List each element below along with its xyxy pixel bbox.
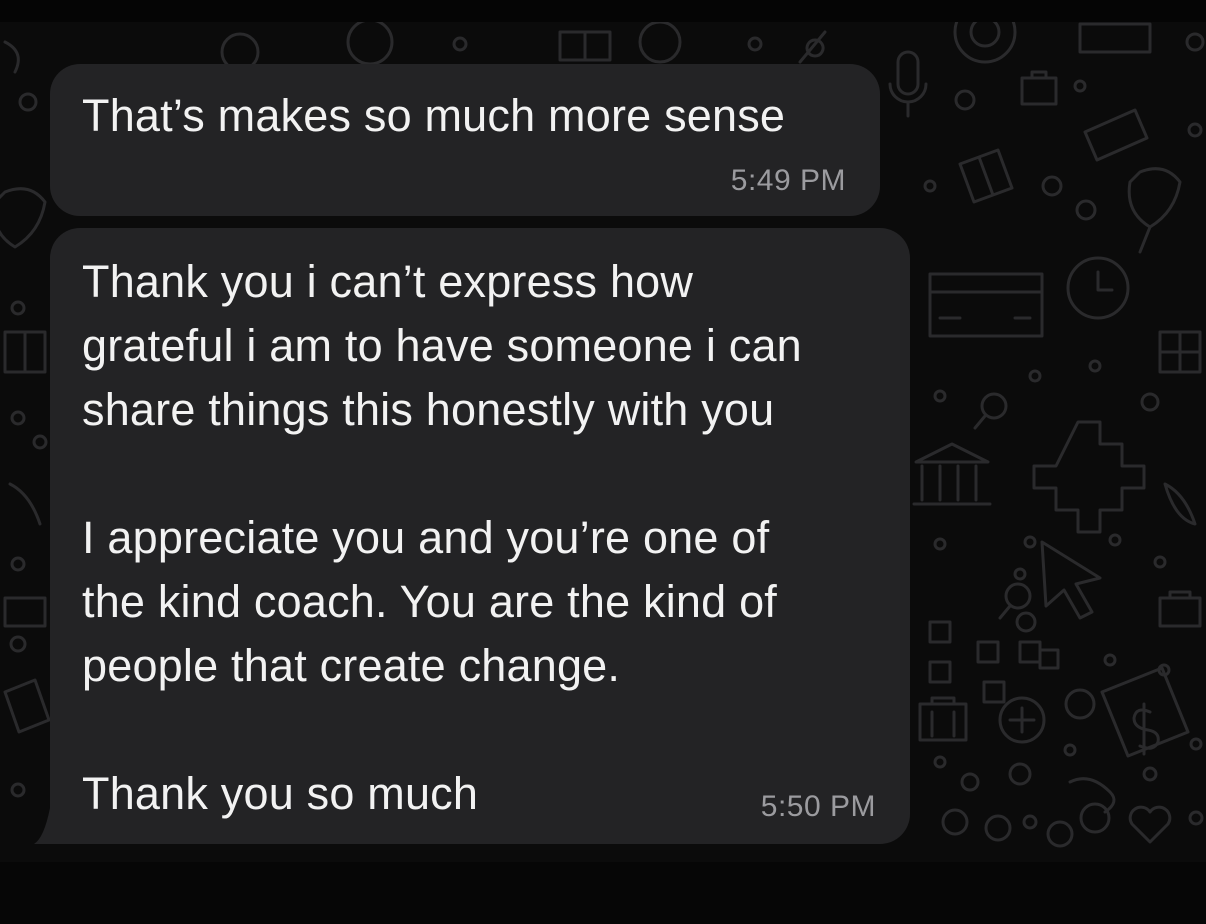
bank-icon [912, 442, 992, 506]
magnifier-icon [998, 604, 1012, 620]
bubble-tail [34, 808, 50, 844]
briefcase-icon [3, 596, 47, 628]
circle-doodle [1185, 32, 1205, 52]
briefcase-icon [8, 482, 42, 526]
circle-doodle [1079, 802, 1111, 834]
circle-doodle [969, 22, 1001, 48]
circle-doodle [1013, 567, 1027, 581]
circle-doodle [32, 434, 48, 450]
circle-doodle [346, 22, 394, 66]
circle-doodle [1189, 737, 1203, 751]
circle-doodle [1088, 359, 1102, 373]
puzzle-icon [1032, 420, 1146, 534]
magnifier-icon [973, 414, 987, 430]
circle-doodle [798, 30, 827, 64]
circle-doodle [1008, 762, 1032, 786]
circle-doodle [1046, 820, 1074, 848]
circle-doodle [1103, 653, 1117, 667]
dollar-tag-icon [1132, 702, 1160, 756]
gift-icon [958, 148, 1014, 204]
circle-doodle [638, 22, 682, 64]
circle-doodle [1153, 555, 1167, 569]
circle-doodle [1022, 814, 1038, 830]
chat-area: That’s makes so much more sense 5:49 PM … [0, 0, 1206, 924]
circle-doodle [1075, 199, 1097, 221]
message-text: Thank you i can’t express how grateful i… [82, 256, 802, 819]
circle-doodle [10, 782, 26, 798]
circle-doodle [747, 36, 763, 52]
circle-doodle [953, 22, 1017, 64]
dollar-tag-icon [3, 678, 51, 734]
circle-doodle [1188, 810, 1204, 826]
circle-doodle [1108, 533, 1122, 547]
circle-doodle [3, 40, 20, 74]
circle-doodle [933, 389, 947, 403]
circle-doodle [960, 772, 980, 792]
message-text: That’s makes so much more sense [82, 90, 786, 141]
circle-doodle [1023, 535, 1037, 549]
message-timestamp: 5:49 PM [730, 164, 846, 197]
circle-doodle [933, 537, 947, 551]
circle-doodle [10, 410, 26, 426]
circle-doodle [1142, 766, 1158, 782]
briefcase-icon [1020, 70, 1058, 106]
circle-doodle [933, 755, 947, 769]
briefcase-icon [1163, 482, 1197, 526]
magnifier-icon [1004, 582, 1032, 610]
circle-doodle [1140, 392, 1160, 412]
briefcase-icon [918, 696, 968, 742]
camera-icon [1083, 108, 1149, 162]
gift-icon [1158, 330, 1202, 374]
briefcase-icon [1158, 590, 1202, 628]
circle-doodle [1041, 175, 1063, 197]
gift-icon [3, 330, 47, 374]
flower-icon [1127, 167, 1182, 254]
circle-doodle [1064, 688, 1096, 720]
gift-icon [1078, 22, 1152, 54]
circle-doodle [1187, 122, 1203, 138]
circle-doodle [1073, 79, 1087, 93]
circle-doodle [1068, 777, 1116, 814]
circle-doodle [923, 179, 937, 193]
credit-card-icon [928, 272, 1044, 338]
circle-doodle [10, 556, 26, 572]
circle-doodle [941, 808, 969, 836]
microphone-icon [888, 50, 928, 118]
magnifier-icon [980, 392, 1008, 420]
clock-icon [1096, 270, 1114, 292]
circle-doodle [1063, 743, 1077, 757]
message-timestamp: 5:50 PM [760, 790, 876, 823]
circle-doodle [9, 635, 27, 653]
circle-doodle [954, 89, 976, 111]
plus-icon [1008, 706, 1036, 734]
circle-doodle [1028, 369, 1042, 383]
composer-edge [0, 862, 1206, 924]
message-bubble-incoming[interactable]: That’s makes so much more sense 5:49 PM [50, 64, 880, 216]
puzzle-icon [928, 620, 1060, 704]
circle-doodle [18, 92, 38, 112]
gift-icon [558, 30, 612, 62]
message-bubble-incoming[interactable]: Thank you i can’t express how grateful i… [50, 228, 910, 844]
circle-doodle [452, 36, 468, 52]
flower-icon [0, 187, 47, 249]
cursor-arrow-icon [1040, 540, 1102, 620]
circle-doodle [984, 814, 1012, 842]
heart-icon [1128, 805, 1172, 844]
circle-doodle [10, 300, 26, 316]
top-bar-edge [0, 0, 1206, 22]
circle-doodle [1015, 611, 1037, 633]
